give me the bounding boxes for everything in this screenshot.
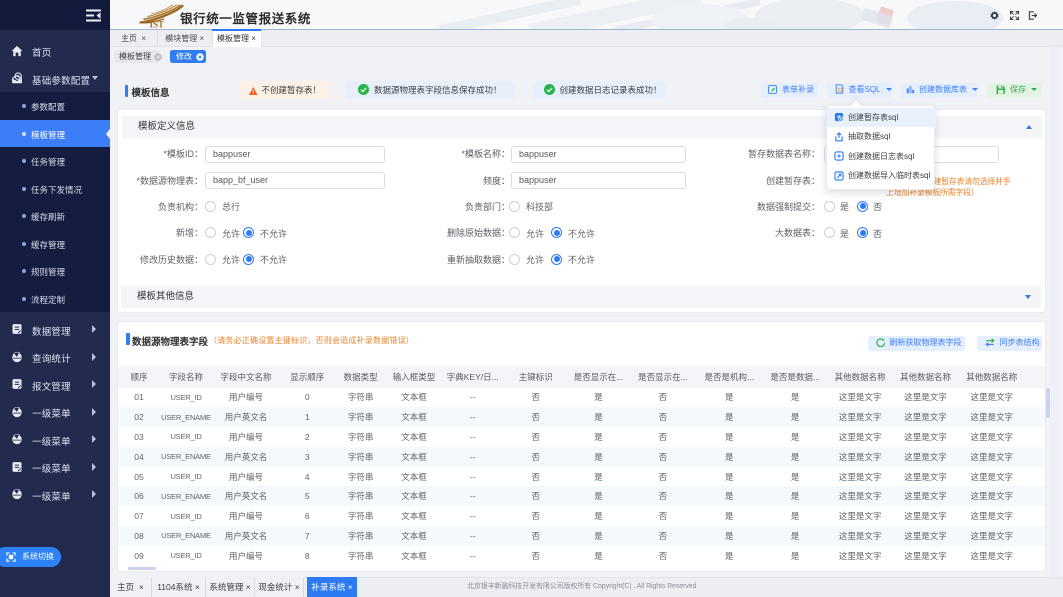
svg-text:IST: IST bbox=[150, 20, 165, 29]
